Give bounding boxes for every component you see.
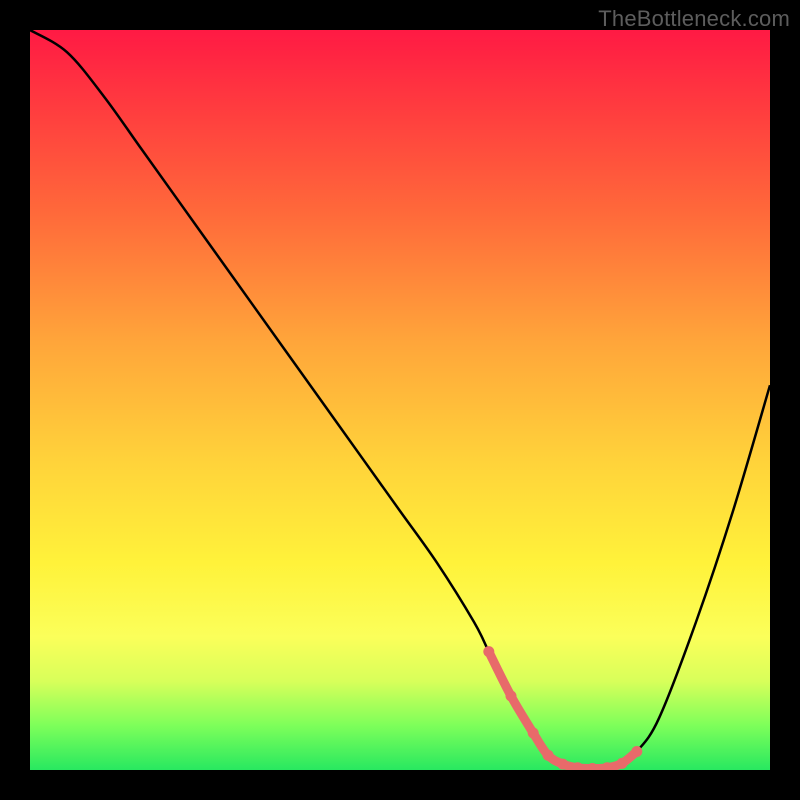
optimal-marker [528,728,539,739]
optimal-marker [631,746,642,757]
optimal-marker [587,763,598,770]
optimal-marker [572,762,583,770]
optimal-marker [602,762,613,770]
watermark-label: TheBottleneck.com [598,6,790,32]
optimal-marker [617,758,628,769]
optimal-band [489,652,637,769]
chart-plot-area [30,30,770,770]
optimal-marker [483,646,494,657]
bottleneck-curve [30,30,770,769]
optimal-marker [543,750,554,761]
chart-frame: TheBottleneck.com [0,0,800,800]
optimal-marker [557,759,568,770]
optimal-marker-group [483,646,642,770]
optimal-marker [506,691,517,702]
curve-svg [30,30,770,770]
